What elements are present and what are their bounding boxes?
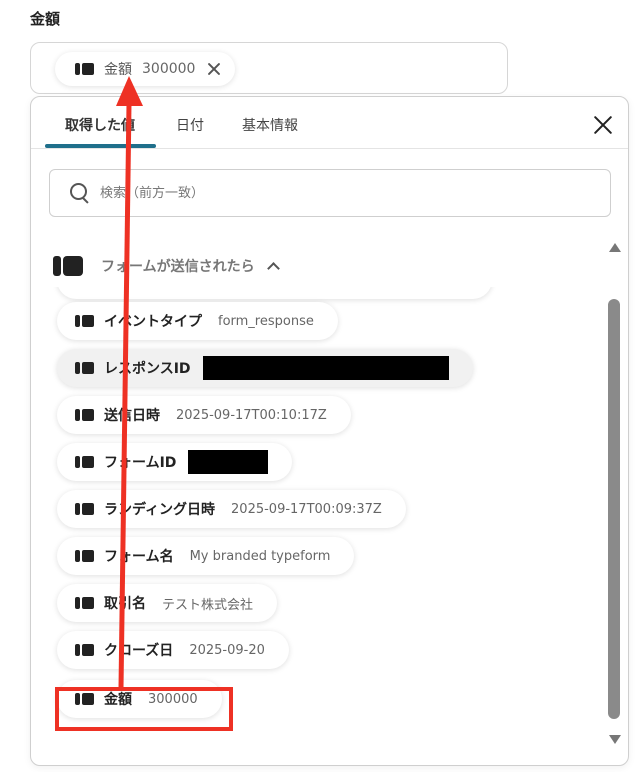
- chip-value: 300000: [142, 61, 196, 77]
- amount-field[interactable]: 金額 300000: [30, 42, 508, 94]
- value-chip-icon: [75, 644, 94, 656]
- chip-name: 金額: [104, 62, 132, 78]
- tab-date[interactable]: 日付: [176, 115, 204, 135]
- scrollbar[interactable]: [605, 243, 623, 753]
- list-item[interactable]: クローズ日 2025-09-20: [57, 631, 289, 669]
- value-list: イベントタイプ form_response レスポンスID 送信日時 2025-…: [31, 287, 606, 757]
- item-value: 300000: [148, 691, 198, 707]
- value-chip-icon: [75, 456, 94, 468]
- group-title: フォームが送信されたら: [101, 259, 255, 275]
- list-item[interactable]: ランディング日時 2025-09-17T00:09:37Z: [57, 490, 406, 528]
- item-name: フォーム名: [104, 549, 174, 565]
- tab-bar: 取得した値 日付 基本情報: [31, 97, 628, 149]
- list-item-amount[interactable]: 金額 300000: [57, 680, 222, 718]
- scroll-thumb[interactable]: [608, 299, 620, 719]
- list-item[interactable]: イベントタイプ form_response: [57, 302, 338, 340]
- item-name: 送信日時: [104, 408, 160, 424]
- value-chip-icon: [75, 693, 94, 705]
- close-panel-button[interactable]: [593, 115, 613, 135]
- item-name: フォームID: [104, 455, 177, 471]
- list-item[interactable]: レスポンスID: [57, 349, 473, 387]
- item-value: form_response: [218, 313, 314, 329]
- item-value: 2025-09-17T00:09:37Z: [231, 501, 382, 517]
- item-name: 金額: [104, 692, 132, 708]
- selected-value-chip[interactable]: 金額 300000: [55, 52, 236, 86]
- active-tab-indicator: [45, 144, 156, 148]
- search-icon: [70, 183, 90, 203]
- item-name: レスポンスID: [104, 361, 191, 377]
- search-box: [49, 169, 611, 217]
- item-value: テスト株式会社: [162, 597, 254, 613]
- item-value: 2025-09-17T00:10:17Z: [176, 407, 327, 423]
- tab-acquired-values[interactable]: 取得した値: [65, 115, 135, 135]
- redacted-value: [202, 356, 449, 380]
- scroll-down-arrow-icon[interactable]: [609, 735, 621, 744]
- value-chip-icon: [75, 550, 94, 562]
- value-chip-icon: [75, 63, 94, 75]
- item-name: イベントタイプ: [104, 314, 202, 330]
- value-chip-icon: [75, 503, 94, 515]
- list-item-clipped[interactable]: [57, 287, 492, 299]
- search-input[interactable]: [98, 184, 568, 202]
- value-chip-icon: [75, 315, 94, 327]
- list-item[interactable]: フォーム名 My branded typeform: [57, 537, 355, 575]
- field-label: 金額: [30, 10, 61, 28]
- item-name: ランディング日時: [104, 502, 216, 518]
- item-value: 2025-09-20: [189, 642, 265, 658]
- group-icon: [53, 256, 83, 276]
- value-chip-icon: [75, 597, 94, 609]
- item-value: My branded typeform: [189, 548, 331, 564]
- tab-basic-info[interactable]: 基本情報: [242, 115, 298, 135]
- list-item[interactable]: 取引名 テスト株式会社: [57, 584, 278, 622]
- chevron-up-icon[interactable]: [266, 262, 280, 275]
- list-item[interactable]: フォームID: [57, 443, 293, 481]
- value-chip-icon: [75, 362, 94, 374]
- value-chip-icon: [75, 409, 94, 421]
- item-name: 取引名: [104, 596, 146, 612]
- redacted-value: [188, 450, 269, 474]
- close-icon[interactable]: [207, 62, 221, 76]
- list-item[interactable]: 送信日時 2025-09-17T00:10:17Z: [57, 396, 351, 434]
- group-header[interactable]: フォームが送信されたら: [53, 253, 280, 279]
- value-picker-panel: 取得した値 日付 基本情報 フォームが送信されたら イベントタイプ form_r…: [30, 96, 629, 766]
- scroll-up-arrow-icon[interactable]: [609, 243, 621, 252]
- item-name: クローズ日: [104, 643, 174, 659]
